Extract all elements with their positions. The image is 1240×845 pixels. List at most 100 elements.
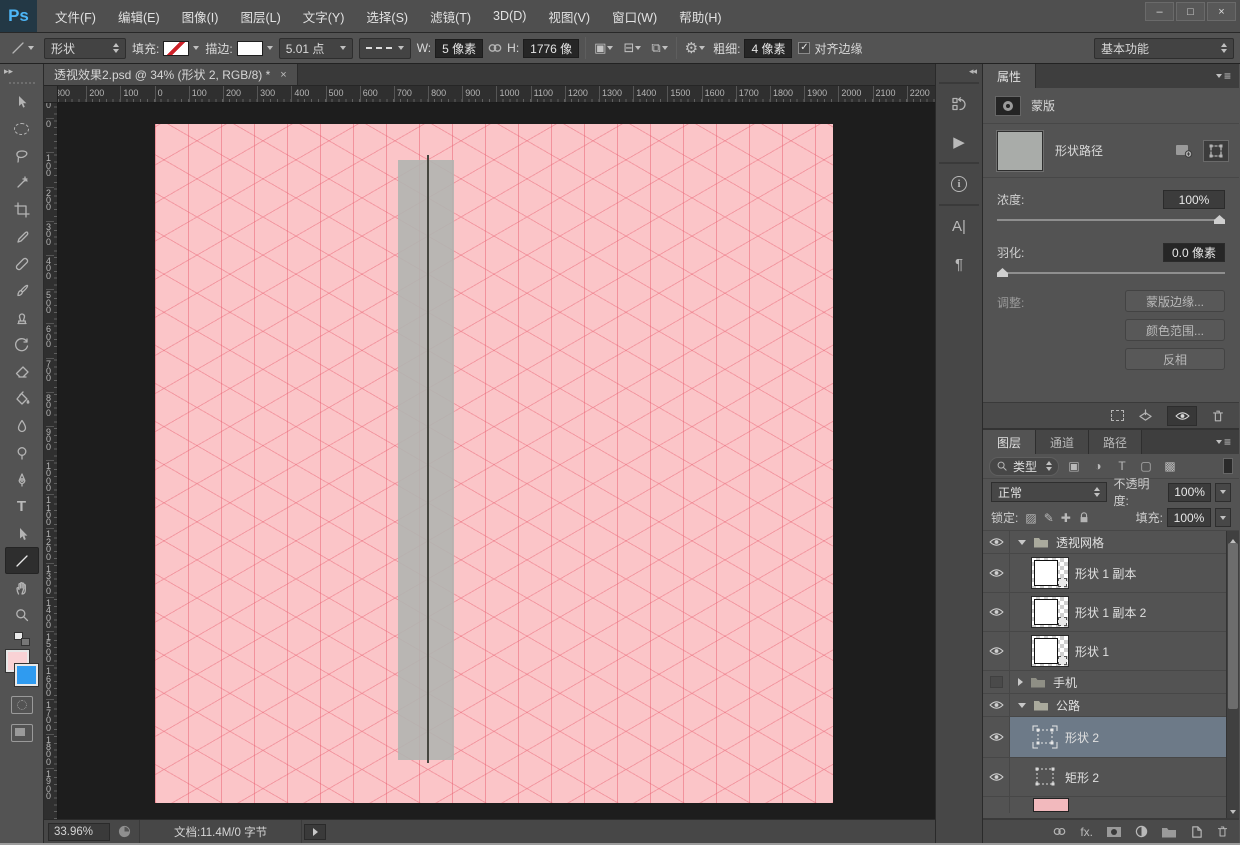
- fill-dropdown[interactable]: [1215, 508, 1231, 527]
- fill-swatch[interactable]: [163, 40, 190, 56]
- menu-help[interactable]: 帮助(H): [669, 3, 731, 30]
- tool-mode-select[interactable]: 形状: [44, 37, 126, 59]
- path-alignment-button[interactable]: ⊟: [621, 40, 643, 56]
- opacity-dropdown[interactable]: [1215, 482, 1231, 502]
- menu-type[interactable]: 文字(Y): [293, 3, 355, 30]
- paint-bucket-tool[interactable]: [5, 385, 39, 412]
- menu-filter[interactable]: 滤镜(T): [420, 3, 481, 30]
- shape-path-thumbnail[interactable]: [1032, 725, 1058, 749]
- menu-select[interactable]: 选择(S): [356, 3, 418, 30]
- new-group-button[interactable]: [1161, 826, 1177, 838]
- layer-row-selected[interactable]: 形状 2: [983, 717, 1239, 758]
- gear-settings-button[interactable]: ⚙: [683, 39, 707, 57]
- close-button[interactable]: ×: [1207, 2, 1236, 21]
- tool-preset-picker[interactable]: [6, 38, 38, 58]
- brush-tool[interactable]: [5, 277, 39, 304]
- layer-thumbnail[interactable]: [1031, 635, 1069, 667]
- visibility-toggle[interactable]: [983, 671, 1010, 693]
- layer-row-group[interactable]: 公路: [983, 694, 1239, 717]
- density-value-field[interactable]: 100%: [1163, 190, 1225, 209]
- add-pixel-mask-button[interactable]: [1171, 140, 1197, 162]
- layer-name[interactable]: 形状 1 副本: [1075, 565, 1136, 582]
- layer-name[interactable]: 形状 1 副本 2: [1075, 604, 1146, 621]
- feather-slider-thumb[interactable]: [997, 268, 1008, 277]
- eraser-tool[interactable]: [5, 358, 39, 385]
- layer-filter-select[interactable]: 类型: [989, 456, 1060, 476]
- layer-style-button[interactable]: fx.: [1080, 825, 1093, 839]
- stroke-swatch[interactable]: [236, 40, 263, 56]
- shape-height-field[interactable]: 1776 像: [523, 38, 580, 58]
- menu-image[interactable]: 图像(I): [172, 3, 229, 30]
- weight-field[interactable]: 4 像素: [744, 38, 793, 58]
- layers-scrollbar[interactable]: [1226, 531, 1239, 818]
- filter-switch[interactable]: [1223, 458, 1233, 474]
- zoom-level-field[interactable]: 33.96%: [48, 822, 110, 841]
- invert-button[interactable]: 反相: [1125, 348, 1225, 370]
- blur-tool[interactable]: [5, 412, 39, 439]
- layer-name[interactable]: 形状 2: [1065, 729, 1099, 746]
- lock-pixels-icon[interactable]: ✎: [1044, 511, 1054, 525]
- pen-tool[interactable]: [5, 466, 39, 493]
- color-range-button[interactable]: 颜色范围...: [1125, 319, 1225, 341]
- visibility-toggle[interactable]: [983, 593, 1010, 631]
- filter-shape-layers-icon[interactable]: ▢: [1137, 459, 1155, 473]
- visibility-toggle[interactable]: [983, 758, 1010, 796]
- new-layer-button[interactable]: [1190, 825, 1203, 839]
- layer-name[interactable]: 透视网格: [1056, 534, 1104, 551]
- path-arrangement-button[interactable]: ⧉: [649, 40, 669, 56]
- adjustment-layer-button[interactable]: [1135, 825, 1148, 838]
- document-canvas[interactable]: [155, 124, 833, 803]
- ruler-origin-corner[interactable]: [44, 86, 58, 103]
- stroke-type-select[interactable]: [358, 37, 411, 59]
- feather-value-field[interactable]: 0.0 像素: [1163, 243, 1225, 262]
- density-slider[interactable]: [997, 215, 1225, 224]
- mask-selection-icon[interactable]: [1111, 410, 1124, 421]
- document-info[interactable]: 文档:11.4M/0 字节: [139, 820, 303, 843]
- shape-path-thumbnail[interactable]: [1032, 765, 1058, 789]
- horizontal-ruler[interactable]: 3002001000100200300400500600700800900100…: [58, 86, 935, 103]
- eyedropper-tool[interactable]: [5, 223, 39, 250]
- tab-paths[interactable]: 路径: [1089, 430, 1143, 454]
- scroll-down-arrow[interactable]: [1230, 803, 1236, 817]
- panels-collapse-arrows[interactable]: ◂◂: [936, 66, 982, 79]
- clone-stamp-tool[interactable]: [5, 304, 39, 331]
- link-layers-icon[interactable]: [1052, 826, 1067, 837]
- menu-view[interactable]: 视图(V): [538, 3, 600, 30]
- lock-all-icon[interactable]: [1078, 511, 1090, 524]
- filter-adjustment-layers-icon[interactable]: ◑: [1089, 459, 1107, 473]
- history-brush-tool[interactable]: [5, 331, 39, 358]
- menu-3d[interactable]: 3D(D): [483, 5, 536, 27]
- align-edges-checkbox[interactable]: ✓: [798, 42, 811, 54]
- document-tab[interactable]: 透视效果2.psd @ 34% (形状 2, RGB/8) * ×: [44, 64, 298, 85]
- screen-mode-button[interactable]: [10, 724, 33, 742]
- tab-layers[interactable]: 图层: [983, 430, 1037, 454]
- shape-path-thumbnail[interactable]: [996, 129, 1044, 172]
- layer-thumbnail[interactable]: [1031, 596, 1069, 628]
- path-operations-button[interactable]: ▣: [592, 40, 615, 56]
- vector-mask-button[interactable]: [1203, 139, 1229, 162]
- blend-mode-select[interactable]: 正常: [991, 482, 1108, 502]
- visibility-toggle[interactable]: [983, 717, 1010, 757]
- lock-transparency-icon[interactable]: ▨: [1025, 511, 1036, 525]
- toolbar-grip[interactable]: [8, 82, 35, 84]
- layer-name[interactable]: 公路: [1056, 697, 1080, 714]
- tab-close-icon[interactable]: ×: [280, 69, 286, 81]
- add-mask-button[interactable]: [1106, 826, 1122, 838]
- visibility-toggle[interactable]: [983, 531, 1010, 553]
- filter-smart-objects-icon[interactable]: ▩: [1161, 459, 1179, 473]
- minimize-button[interactable]: –: [1145, 2, 1174, 21]
- opacity-field[interactable]: 100%: [1167, 482, 1212, 502]
- vertical-ruler[interactable]: 1000100200300400500600700800900100011001…: [44, 103, 58, 819]
- character-panel-button[interactable]: A|: [941, 209, 977, 243]
- layer-row[interactable]: 形状 1: [983, 632, 1239, 671]
- visibility-toggle[interactable]: [983, 694, 1010, 716]
- feather-slider[interactable]: [997, 268, 1225, 277]
- paragraph-panel-button[interactable]: ¶: [941, 247, 977, 281]
- panel-menu-button[interactable]: ≡: [1215, 64, 1239, 88]
- status-options-button[interactable]: [304, 823, 327, 840]
- type-tool[interactable]: T: [5, 493, 39, 520]
- toolbar-collapse-arrows[interactable]: ▸▸: [0, 66, 43, 80]
- collapse-icon[interactable]: [1018, 702, 1026, 708]
- layer-row-partial[interactable]: [983, 797, 1239, 813]
- tab-properties[interactable]: 属性: [983, 64, 1037, 88]
